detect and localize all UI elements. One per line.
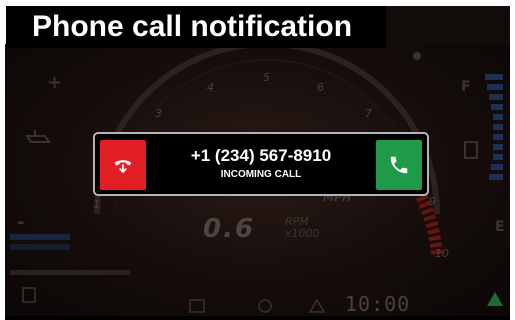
page-title-bar: Phone call notification (6, 6, 386, 48)
status-icon-1 (189, 299, 205, 313)
call-status: INCOMING CALL (220, 169, 302, 180)
boat-icon (25, 130, 51, 143)
tach-tick: 3 (155, 107, 162, 120)
tach-tick: 4 (207, 81, 214, 94)
rpm-multiplier: x1000 (285, 226, 320, 240)
phone-hangup-icon (114, 160, 132, 173)
tach-tick: 7 (365, 107, 372, 120)
caller-number: +1 (234) 567-8910 (190, 146, 332, 165)
clock-readout: 10:00 (345, 292, 411, 316)
status-icon-2 (258, 299, 272, 313)
tach-tick: 10 (435, 247, 449, 260)
title-bar-extension (386, 6, 510, 44)
fuel-gauge-bars (485, 74, 503, 180)
page-title: Phone call notification (32, 10, 353, 43)
gear-indicator (487, 292, 503, 306)
warning-icon (308, 298, 326, 313)
rpm-unit: RPM x1000 (285, 216, 320, 239)
temp-high-label: + (47, 72, 63, 93)
tach-tick: 6 (317, 81, 324, 94)
temp-low-label: - (17, 212, 25, 233)
phone-icon (390, 156, 408, 174)
sun-icon (413, 52, 421, 60)
battery-icon (22, 287, 36, 303)
fuel-empty-label: E (495, 219, 505, 235)
tach-tick: 1 (93, 198, 100, 211)
fuel-full-label: F (461, 79, 471, 95)
incoming-call-card: +1 (234) 567-8910 INCOMING CALL (93, 132, 429, 196)
decline-call-button[interactable] (100, 140, 146, 190)
speed-readout: 0.6 (203, 214, 256, 244)
tach-tick: 5 (263, 71, 270, 84)
bottom-left-strip (10, 270, 130, 275)
rpm-label: RPM (285, 215, 309, 228)
tach-tick: 9 (429, 195, 436, 208)
temp-gauge-bars (10, 234, 70, 250)
accept-call-button[interactable] (376, 140, 422, 190)
fuel-pump-icon (464, 141, 478, 159)
